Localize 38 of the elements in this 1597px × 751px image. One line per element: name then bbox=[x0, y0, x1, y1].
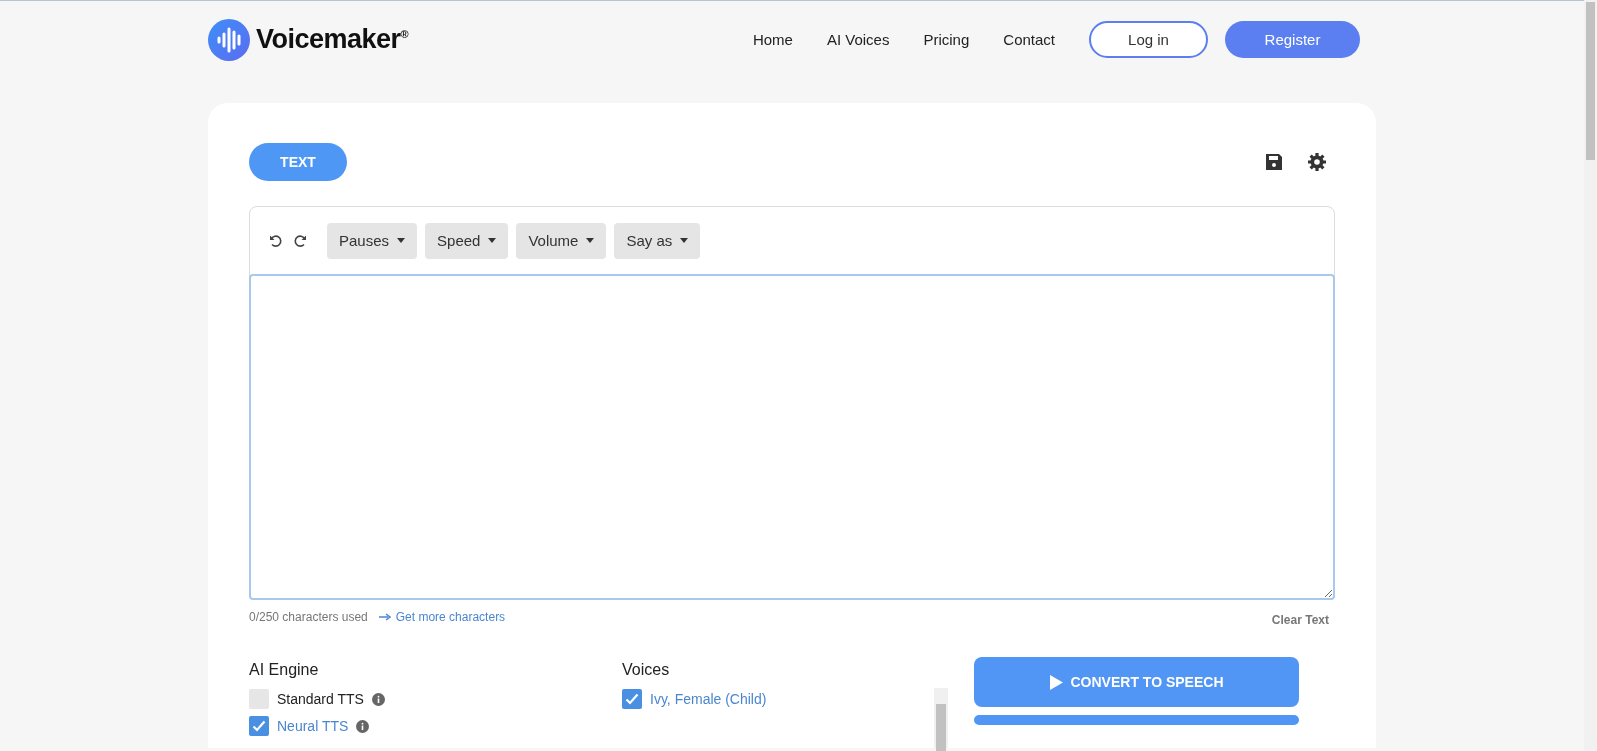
dropdown-button[interactable]: Volume bbox=[516, 222, 607, 259]
redo-icon[interactable] bbox=[293, 233, 307, 248]
info-icon[interactable] bbox=[356, 719, 370, 733]
nav-link[interactable]: Home bbox=[752, 31, 793, 48]
nav-link[interactable]: AI Voices bbox=[826, 31, 890, 48]
dropdown-button[interactable]: Speed bbox=[425, 222, 509, 259]
checkbox[interactable] bbox=[249, 716, 269, 736]
character-counter: 0/250 characters used bbox=[249, 610, 368, 624]
settings-icon[interactable] bbox=[1307, 152, 1327, 172]
section-heading: AI Engine bbox=[249, 661, 320, 679]
scrollbar[interactable] bbox=[934, 688, 948, 748]
clear-text-button[interactable]: Clear Text bbox=[1271, 613, 1329, 627]
caret-icon bbox=[586, 238, 595, 243]
engine-option[interactable]: Standard TTS bbox=[277, 691, 364, 707]
login-button[interactable]: Log in bbox=[1089, 21, 1208, 58]
register-button[interactable]: Register bbox=[1225, 21, 1360, 58]
caret-icon bbox=[680, 238, 689, 243]
logo-text: Voicemaker$^{®}$ bbox=[256, 24, 409, 55]
arrow-icon bbox=[378, 613, 391, 621]
more-characters-link[interactable]: Get more characters bbox=[378, 610, 506, 624]
save-icon[interactable] bbox=[1265, 153, 1283, 171]
engine-option[interactable]: Neural TTS bbox=[277, 718, 349, 734]
play-icon bbox=[1049, 674, 1063, 690]
voice-option[interactable]: Ivy, Female (Child) bbox=[650, 691, 767, 707]
checkbox[interactable] bbox=[249, 689, 269, 709]
dropdown-button[interactable]: Say as bbox=[614, 222, 701, 259]
nav-link[interactable]: Contact bbox=[1003, 31, 1055, 48]
page-scrollbar[interactable] bbox=[1586, 2, 1595, 160]
text-input[interactable] bbox=[249, 274, 1335, 600]
nav-link[interactable]: Pricing bbox=[923, 31, 970, 48]
logo-icon bbox=[208, 18, 250, 61]
caret-icon bbox=[397, 238, 406, 243]
info-icon[interactable] bbox=[371, 692, 385, 706]
section-heading: Voices bbox=[622, 661, 671, 679]
checkbox[interactable] bbox=[622, 689, 642, 709]
undo-icon[interactable] bbox=[269, 233, 283, 248]
caret-icon bbox=[488, 238, 497, 243]
dropdown-button[interactable]: Pauses bbox=[327, 222, 418, 259]
